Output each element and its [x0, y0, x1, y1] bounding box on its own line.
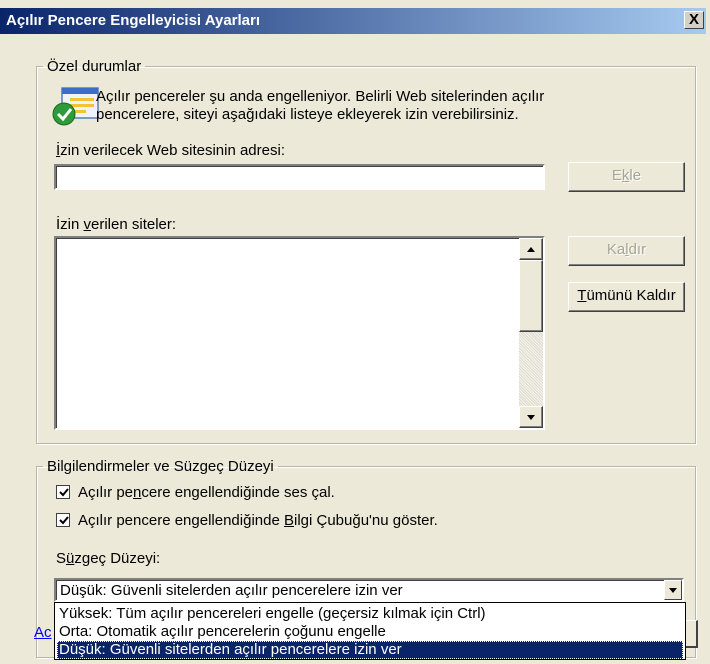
popup-blocked-info-icon [52, 86, 102, 128]
filter-level-label: Süzgeç Düzeyi: [56, 550, 161, 567]
title-bar[interactable]: Açılır Pencere Engelleyicisi Ayarları X [0, 8, 706, 34]
filter-level-value: Düşük: Güvenli sitelerden açılır pencere… [60, 582, 403, 599]
close-dialog-button[interactable] [686, 620, 698, 648]
filter-level-dropdown-button[interactable] [664, 580, 682, 600]
scroll-up-icon [527, 247, 535, 252]
show-infobar-label: Açılır pencere engellendiğinde Bilgi Çub… [78, 512, 438, 529]
address-label: İzin verilecek Web sitesinin adresi: [56, 142, 285, 159]
allowed-sites-scrollbar[interactable] [519, 238, 543, 428]
play-sound-option[interactable]: Açılır pencere engellendiğinde ses çal. [56, 484, 335, 501]
filter-option-medium[interactable]: Orta: Otomatik açılır pencerelerin çoğun… [57, 623, 683, 641]
allowed-sites-label: İzin verilen siteler: [56, 216, 177, 233]
website-address-input[interactable] [54, 164, 545, 190]
scroll-up-button[interactable] [519, 238, 543, 260]
scroll-down-button[interactable] [519, 406, 543, 428]
close-icon: X [688, 11, 699, 28]
exceptions-legend: Özel durumlar [47, 58, 142, 75]
filter-option-low[interactable]: Düşük: Güvenli sitelerden açılır pencere… [57, 641, 683, 659]
learn-more-link[interactable]: Ac [34, 624, 52, 641]
play-sound-label: Açılır pencere engellendiğinde ses çal. [78, 484, 335, 501]
chevron-down-icon [669, 588, 677, 593]
play-sound-checkbox[interactable] [56, 485, 70, 499]
filter-level-select[interactable]: Düşük: Güvenli sitelerden açılır pencere… [54, 578, 684, 602]
show-infobar-option[interactable]: Açılır pencere engellendiğinde Bilgi Çub… [56, 512, 438, 529]
remove-button[interactable]: Kaldır [568, 236, 685, 266]
scroll-down-icon [527, 415, 535, 420]
remove-all-button[interactable]: Tümünü Kaldır [568, 282, 685, 312]
description-line-1: Açılır pencereler şu anda engelleniyor. … [96, 88, 545, 105]
scroll-thumb[interactable] [519, 260, 543, 332]
show-infobar-checkbox[interactable] [56, 513, 70, 527]
exceptions-description: Açılır pencereler şu anda engelleniyor. … [96, 88, 656, 124]
add-button[interactable]: Ekle [568, 162, 685, 192]
window-title: Açılır Pencere Engelleyicisi Ayarları [6, 12, 261, 29]
checkmark-icon [59, 488, 69, 497]
filter-level-options-list[interactable]: Yüksek: Tüm açılır pencereleri engelle (… [54, 602, 686, 660]
popup-blocker-settings-dialog: Açılır Pencere Engelleyicisi Ayarları X … [0, 0, 710, 664]
description-line-2: pencerelere, siteyi aşağıdaki listeye ek… [96, 106, 519, 123]
close-button[interactable]: X [684, 11, 704, 29]
allowed-sites-list[interactable] [54, 236, 545, 430]
notifications-legend: Bilgilendirmeler ve Süzgeç Düzeyi [47, 458, 274, 475]
filter-option-high[interactable]: Yüksek: Tüm açılır pencereleri engelle (… [57, 605, 683, 623]
checkmark-icon [59, 516, 69, 525]
